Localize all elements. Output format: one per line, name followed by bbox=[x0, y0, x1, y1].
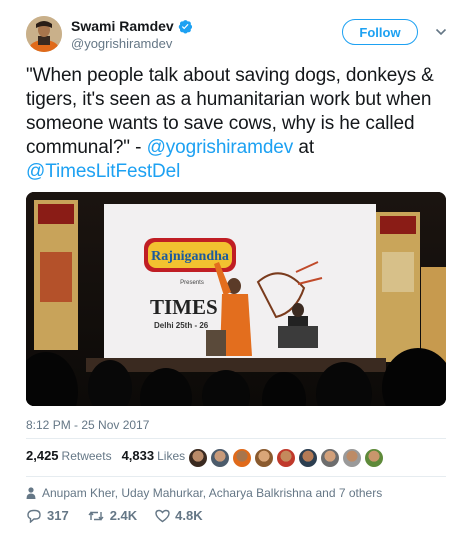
avatar[interactable] bbox=[188, 448, 208, 468]
divider bbox=[26, 438, 446, 439]
verified-badge-icon bbox=[178, 19, 193, 34]
tweet-timestamp[interactable]: 8:12 PM - 25 Nov 2017 bbox=[26, 418, 149, 432]
tweet-card: Swami Ramdev @yogrishiramdev Follow "Whe… bbox=[0, 0, 466, 533]
avatar[interactable] bbox=[364, 448, 384, 468]
author-handle[interactable]: @yogrishiramdev bbox=[71, 36, 172, 51]
follow-button[interactable]: Follow bbox=[342, 19, 418, 45]
avatar[interactable] bbox=[320, 448, 340, 468]
banner-dates: Delhi 25th - 26 bbox=[154, 321, 209, 330]
banner-title: TIMES bbox=[150, 295, 218, 319]
avatar[interactable] bbox=[298, 448, 318, 468]
tweet-photo[interactable]: Rajnigandha Presents TIMES Delhi 25th - … bbox=[26, 192, 446, 406]
avatar[interactable] bbox=[26, 16, 62, 52]
avatar[interactable] bbox=[342, 448, 362, 468]
retweets-label[interactable]: Retweets bbox=[62, 449, 112, 463]
author-name-row: Swami Ramdev bbox=[71, 18, 193, 34]
retweet-button[interactable]: 2.4K bbox=[87, 508, 137, 523]
engagement-stats: 2,425 Retweets 4,833 Likes bbox=[26, 448, 185, 463]
liker-avatars bbox=[188, 448, 384, 468]
likes-count[interactable]: 4,833 bbox=[122, 448, 155, 463]
avatar[interactable] bbox=[254, 448, 274, 468]
banner-presents: Presents bbox=[180, 280, 204, 286]
like-button[interactable]: 4.8K bbox=[155, 508, 203, 523]
retweet-icon bbox=[87, 509, 105, 523]
retweets-action-count: 2.4K bbox=[109, 508, 138, 523]
heart-icon bbox=[155, 509, 170, 523]
replies-count: 317 bbox=[47, 508, 69, 523]
tweet-actions: 317 2.4K 4.8K bbox=[26, 508, 221, 523]
tweet-connector: at bbox=[293, 137, 315, 158]
likes-label[interactable]: Likes bbox=[157, 449, 185, 463]
mention-link[interactable]: @TimesLitFestDel bbox=[26, 161, 180, 182]
avatar[interactable] bbox=[276, 448, 296, 468]
avatar[interactable] bbox=[232, 448, 252, 468]
tweet-header: Swami Ramdev @yogrishiramdev Follow bbox=[26, 16, 456, 56]
chevron-down-icon[interactable] bbox=[435, 26, 447, 38]
liked-by[interactable]: Anupam Kher, Uday Mahurkar, Acharya Balk… bbox=[26, 486, 382, 500]
reply-button[interactable]: 317 bbox=[26, 508, 69, 523]
liked-by-text[interactable]: Anupam Kher, Uday Mahurkar, Acharya Balk… bbox=[42, 486, 382, 500]
person-icon bbox=[26, 487, 36, 499]
retweets-count[interactable]: 2,425 bbox=[26, 448, 59, 463]
reply-icon bbox=[26, 509, 42, 523]
divider bbox=[26, 476, 446, 477]
tweet-text: "When people talk about saving dogs, don… bbox=[26, 64, 458, 184]
mention-link[interactable]: @yogrishiramdev bbox=[147, 137, 294, 158]
avatar[interactable] bbox=[210, 448, 230, 468]
author-name[interactable]: Swami Ramdev bbox=[71, 18, 174, 34]
likes-action-count: 4.8K bbox=[175, 508, 203, 523]
banner-brand: Rajnigandha bbox=[151, 249, 229, 264]
